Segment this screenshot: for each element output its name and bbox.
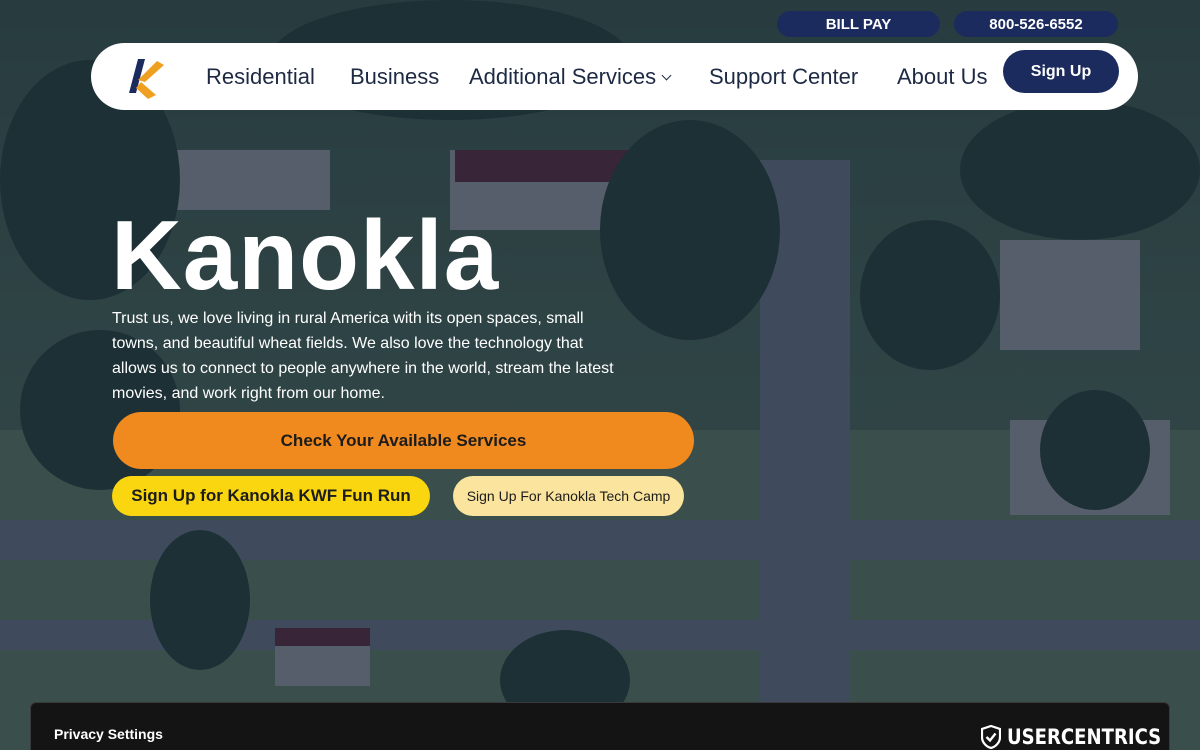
hero-description: Trust us, we love living in rural Americ… bbox=[112, 310, 614, 402]
nav-about-us[interactable]: About Us bbox=[897, 65, 988, 89]
usercentrics-brand: USERCENTRICS bbox=[981, 725, 1162, 749]
check-services-button[interactable]: Check Your Available Services bbox=[113, 412, 694, 469]
usercentrics-logo-text: USERCENTRICS bbox=[1007, 725, 1162, 749]
nav-support-center[interactable]: Support Center bbox=[709, 65, 858, 89]
fun-run-signup-button[interactable]: Sign Up for Kanokla KWF Fun Run bbox=[112, 476, 430, 516]
nav-additional-services-label: Additional Services bbox=[469, 64, 657, 89]
main-navbar: Residential Business Additional Services… bbox=[91, 43, 1138, 110]
nav-residential[interactable]: Residential bbox=[206, 65, 315, 89]
sign-up-button[interactable]: Sign Up bbox=[1003, 50, 1119, 93]
privacy-settings-banner: Privacy Settings USERCENTRICS bbox=[30, 702, 1170, 750]
tech-camp-signup-button[interactable]: Sign Up For Kanokla Tech Camp bbox=[453, 476, 684, 516]
chevron-down-icon bbox=[661, 70, 672, 81]
bill-pay-button[interactable]: BILL PAY bbox=[777, 11, 940, 37]
nav-business[interactable]: Business bbox=[350, 65, 439, 89]
phone-number-link[interactable]: 800-526-6552 bbox=[954, 11, 1118, 37]
hero-title: Kanokla bbox=[111, 200, 500, 310]
nav-additional-services[interactable]: Additional Services bbox=[469, 64, 672, 89]
privacy-settings-title: Privacy Settings bbox=[54, 726, 163, 742]
shield-check-icon bbox=[981, 725, 1001, 749]
kanokla-logo-icon[interactable] bbox=[112, 49, 168, 105]
